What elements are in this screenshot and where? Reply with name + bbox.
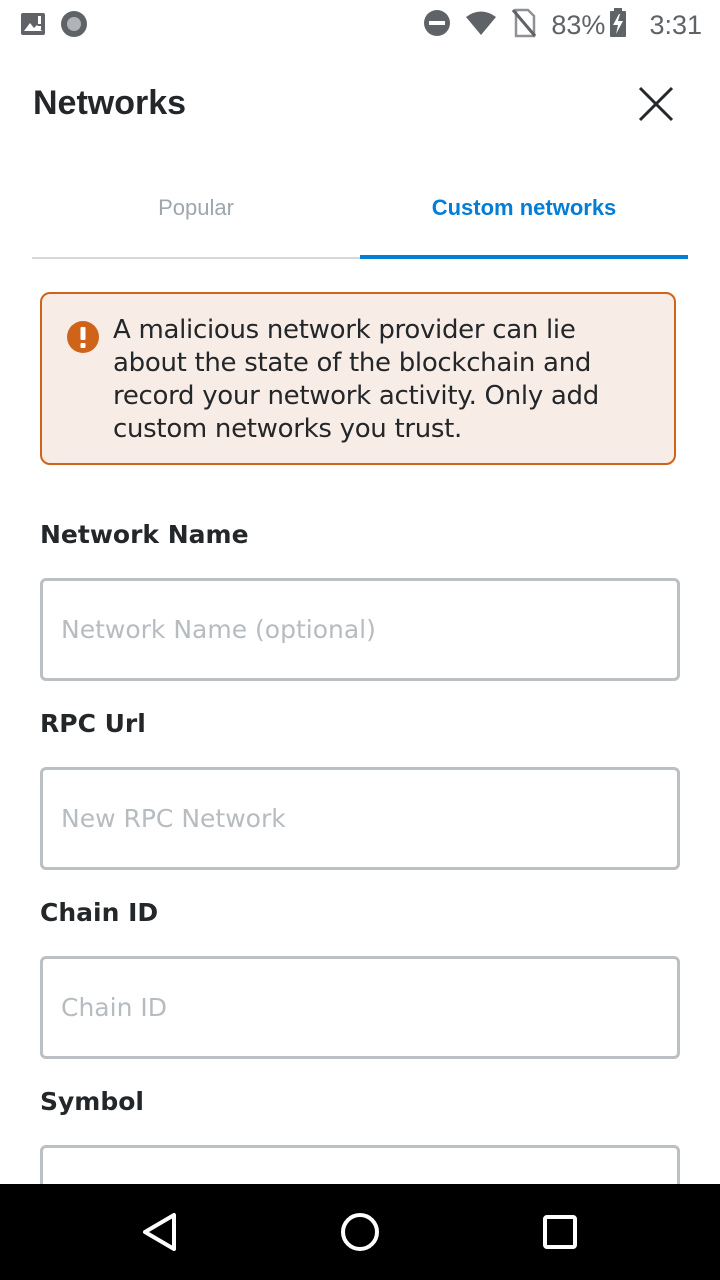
- image-notification-icon: [20, 12, 46, 41]
- rpc-url-label: RPC Url: [40, 709, 146, 738]
- recents-square-icon: [543, 1215, 577, 1249]
- status-bar: 83% 3:31: [0, 0, 720, 50]
- do-not-disturb-icon: [423, 9, 451, 42]
- active-tab-indicator: [360, 255, 688, 259]
- network-name-input[interactable]: [40, 578, 680, 681]
- warning-text: A malicious network provider can lie abo…: [113, 315, 599, 444]
- rpc-url-input[interactable]: [40, 767, 680, 870]
- chain-id-label: Chain ID: [40, 898, 159, 927]
- wifi-icon: [465, 10, 497, 41]
- nav-home-button[interactable]: [336, 1208, 384, 1256]
- clock: 3:31: [649, 9, 702, 40]
- warning-banner: A malicious network provider can lie abo…: [40, 292, 676, 465]
- tab-popular[interactable]: Popular: [32, 176, 360, 240]
- network-name-label: Network Name: [40, 520, 249, 549]
- nav-back-button[interactable]: [136, 1208, 184, 1256]
- battery-percent: 83%: [551, 9, 606, 40]
- back-triangle-icon: [143, 1213, 176, 1251]
- symbol-label: Symbol: [40, 1087, 144, 1116]
- system-nav-bar: [0, 1184, 720, 1280]
- warning-icon: [67, 321, 99, 353]
- close-button[interactable]: [634, 82, 678, 126]
- battery-charging-icon: [609, 7, 627, 43]
- tab-custom-networks[interactable]: Custom networks: [360, 176, 688, 240]
- record-icon: [60, 10, 88, 43]
- nav-recents-button[interactable]: [536, 1208, 584, 1256]
- close-icon: [638, 86, 674, 122]
- home-circle-icon: [341, 1213, 379, 1251]
- chain-id-input[interactable]: [40, 956, 680, 1059]
- network-tabs: Popular Custom networks: [32, 176, 688, 260]
- no-sim-icon: [511, 8, 537, 43]
- page-title: Networks: [33, 84, 187, 122]
